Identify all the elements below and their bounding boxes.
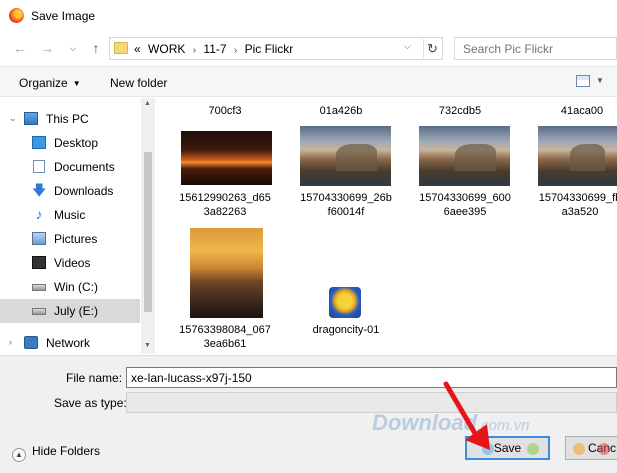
command-bar: Organize ▼ New folder ▼ (0, 66, 617, 97)
coast-thumbnail[interactable] (538, 126, 617, 186)
watermark-text: Download (372, 410, 478, 435)
breadcrumb-work[interactable]: WORK (148, 42, 185, 56)
coast-thumbnail[interactable] (419, 126, 510, 186)
chevron-up-icon: ▲ (12, 448, 26, 462)
arrow-right-icon[interactable]: → (38, 39, 56, 57)
organize-label: Organize (19, 76, 68, 90)
desktop-icon (32, 136, 46, 149)
file-name[interactable]: 15704330699_fb a3a520 (524, 191, 617, 219)
sidebar-item-downloads[interactable]: 🡇 Downloads (0, 179, 140, 203)
scroll-down-icon[interactable]: ▼ (144, 342, 151, 349)
documents-icon (33, 160, 45, 173)
navigation-pane: ⌄ This PC Desktop Documents 🡇 Downloads … (0, 98, 155, 354)
save-as-type-label: Save as type: (54, 396, 127, 410)
file-name-partial[interactable]: 700cf3 (169, 104, 281, 118)
sidebar-item-music[interactable]: ♪ Music (0, 203, 140, 227)
chevron-right-icon[interactable]: › (9, 337, 12, 347)
sidebar-item-label: Videos (54, 256, 91, 270)
scroll-up-icon[interactable]: ▲ (144, 100, 151, 107)
new-folder-button[interactable]: New folder (110, 76, 167, 90)
chevron-down-icon[interactable]: ⌵ (64, 39, 82, 57)
organize-button[interactable]: Organize ▼ (19, 76, 81, 90)
sidebar-item-network[interactable]: › Network (0, 331, 140, 355)
file-list: 700cf3 01a426b 732cdb5 41aca00 156129902… (156, 98, 617, 354)
sidebar-item-documents[interactable]: Documents (0, 155, 140, 179)
firefox-icon (9, 8, 24, 23)
watermark-suffix: .com.vn (477, 417, 530, 434)
sidebar-scrollbar[interactable]: ▲ ▼ (141, 98, 155, 354)
search-box[interactable] (454, 37, 617, 60)
sidebar-item-label: Documents (54, 160, 115, 174)
sidebar-item-win-c[interactable]: Win (C:) (0, 275, 140, 299)
arrow-left-icon[interactable]: ← (11, 39, 29, 57)
downloads-icon: 🡇 (32, 182, 47, 198)
chevron-right-icon[interactable]: › (193, 45, 196, 56)
drive-icon (32, 308, 46, 315)
sunset-thumbnail[interactable] (181, 131, 272, 185)
file-name-label: File name: (66, 371, 123, 385)
view-options-icon[interactable] (576, 75, 590, 87)
sidebar-item-label: Music (54, 208, 86, 222)
file-name[interactable]: 15704330699_600 6aee395 (409, 191, 521, 219)
file-name-input[interactable] (127, 368, 616, 387)
breadcrumb-overflow[interactable]: « (134, 42, 141, 56)
title-bar: Save Image (0, 0, 617, 31)
file-name-field[interactable] (126, 367, 617, 388)
search-input[interactable] (455, 38, 616, 59)
folder-icon (114, 42, 128, 54)
sidebar-item-label: Desktop (54, 136, 99, 150)
arrow-up-icon[interactable]: ↑ (87, 39, 105, 57)
pictures-icon (32, 232, 46, 245)
file-name[interactable]: 15763398084_067 3ea6b61 (169, 323, 281, 351)
sidebar-item-pictures[interactable]: Pictures (0, 227, 140, 251)
watermark-dot (482, 443, 494, 455)
file-name[interactable]: dragoncity-01 (290, 323, 402, 337)
watermark-dot (573, 443, 585, 455)
chevron-right-icon[interactable]: › (234, 45, 237, 56)
sidebar-item-july-e[interactable]: July (E:) (0, 299, 140, 323)
beach-thumbnail[interactable] (190, 228, 263, 318)
refresh-icon[interactable]: ↻ (423, 39, 441, 58)
sidebar-item-label: Downloads (54, 184, 114, 198)
file-name-partial[interactable]: 01a426b (285, 104, 397, 118)
sidebar-item-videos[interactable]: Videos (0, 251, 140, 275)
window-title: Save Image (31, 9, 96, 23)
chevron-down-icon[interactable]: ⌄ (9, 113, 17, 124)
sidebar-item-label: Win (C:) (54, 280, 98, 294)
scrollbar-thumb[interactable] (144, 152, 152, 312)
file-name-partial[interactable]: 732cdb5 (404, 104, 516, 118)
breadcrumb-pic-flickr[interactable]: Pic Flickr (245, 42, 294, 56)
watermark-dot (527, 443, 539, 455)
file-name[interactable]: 15704330699_26b f60014f (290, 191, 402, 219)
videos-icon (32, 256, 46, 269)
breadcrumb: « WORK › 11-7 › Pic Flickr (134, 42, 297, 56)
sidebar-item-label: July (E:) (54, 304, 99, 318)
watermark-dot (598, 443, 610, 455)
watermark: Download.com.vn (372, 410, 530, 436)
sidebar-item-this-pc[interactable]: ⌄ This PC (0, 107, 140, 131)
caret-down-icon[interactable]: ▼ (596, 76, 604, 85)
file-name[interactable]: 15612990263_d65 3a82263 (169, 191, 281, 219)
breadcrumb-11-7[interactable]: 11-7 (203, 42, 226, 56)
chevron-down-icon[interactable]: ⌵ (404, 41, 411, 52)
network-icon (24, 336, 38, 349)
coast-thumbnail[interactable] (300, 126, 391, 186)
sidebar-item-label: This PC (46, 112, 89, 126)
hide-folders-button[interactable]: ▲ Hide Folders (12, 444, 100, 462)
music-icon: ♪ (35, 206, 43, 222)
file-name-partial[interactable]: 41aca00 (526, 104, 617, 118)
caret-down-icon: ▼ (72, 79, 81, 88)
sidebar-item-label: Pictures (54, 232, 98, 246)
sidebar-item-desktop[interactable]: Desktop (0, 131, 140, 155)
computer-icon (24, 112, 38, 125)
hide-folders-label: Hide Folders (32, 444, 101, 458)
navigation-bar: ← → ⌵ ↑ « WORK › 11-7 › Pic Flickr ⌵ ↻ (0, 31, 617, 66)
drive-icon (32, 284, 46, 291)
dragon-thumbnail[interactable] (329, 287, 361, 318)
sidebar-item-label: Network (46, 336, 91, 350)
address-bar[interactable]: « WORK › 11-7 › Pic Flickr ⌵ ↻ (109, 37, 443, 60)
